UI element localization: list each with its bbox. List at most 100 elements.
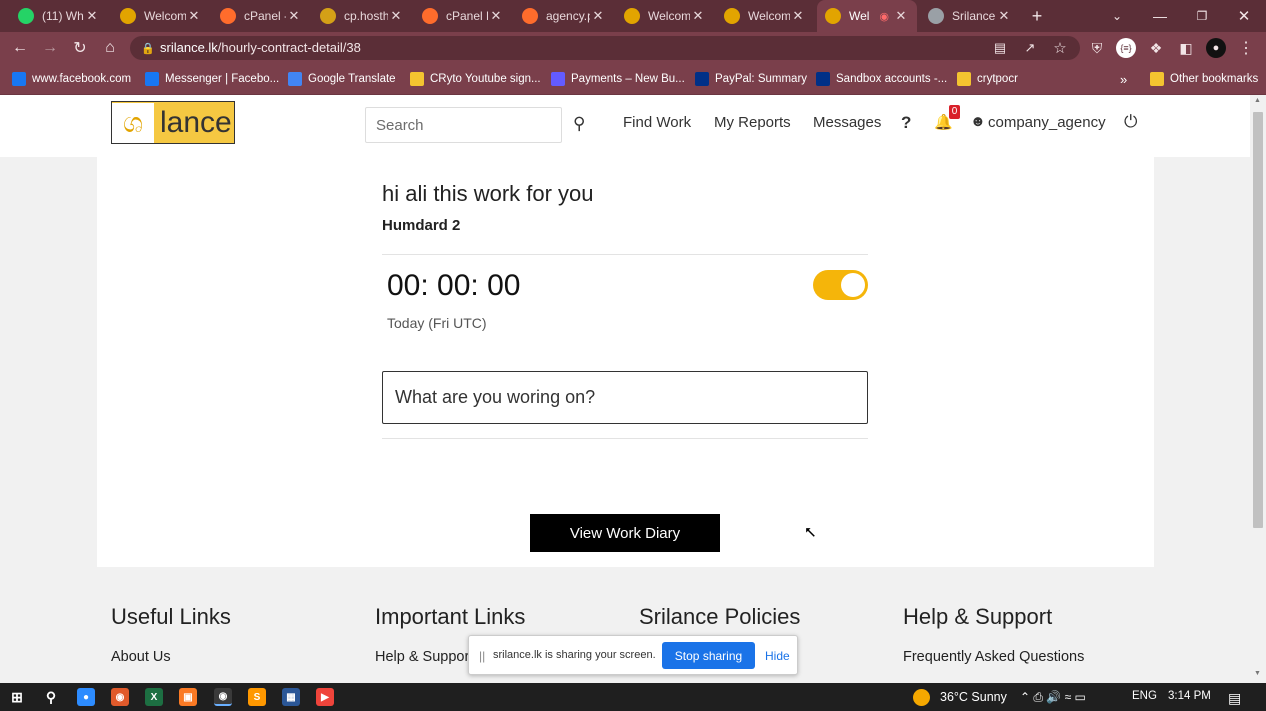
folder-icon xyxy=(410,72,424,86)
extensions-puzzle-icon[interactable]: ❖ xyxy=(1146,38,1166,58)
browser-tab[interactable]: cPanel - ✕ xyxy=(212,0,310,32)
reload-icon[interactable]: ↻ xyxy=(70,38,90,58)
mouse-cursor-icon: ⭦ xyxy=(805,525,816,542)
scroll-up-arrow-icon[interactable]: ▲ xyxy=(1254,97,1261,104)
minimize-window-icon[interactable]: — xyxy=(1150,6,1170,26)
close-window-icon[interactable]: ✕ xyxy=(1234,6,1254,26)
view-work-diary-button[interactable]: View Work Diary xyxy=(530,514,720,552)
bookmark-item[interactable]: CRyto Youtube sign... xyxy=(410,70,541,88)
tray-icons[interactable]: ⌃ ⎙ 🔊 ≈ ▭ xyxy=(1020,690,1086,705)
bookmark-label: PayPal: Summary xyxy=(715,73,808,85)
home-icon[interactable]: ⌂ xyxy=(100,38,120,58)
bookmark-item[interactable]: Google Translate xyxy=(288,70,396,88)
browser-tab[interactable]: agency.p ✕ xyxy=(514,0,614,32)
clock[interactable]: 3:14 PM xyxy=(1168,690,1211,702)
site-header: ශ lance ⚲ Find Work My Reports Messages … xyxy=(0,95,1250,157)
user-menu[interactable]: company_agency xyxy=(988,114,1106,131)
browser-tab[interactable]: Welcom ✕ xyxy=(716,0,814,32)
search-input[interactable] xyxy=(365,107,562,143)
bookmark-item[interactable]: Sandbox accounts -... xyxy=(816,70,947,88)
nav-messages[interactable]: Messages xyxy=(813,114,881,131)
lock-icon[interactable]: 🔒 xyxy=(138,38,158,58)
anydesk-icon[interactable]: ▶ xyxy=(316,688,334,706)
stop-sharing-button[interactable]: Stop sharing xyxy=(662,642,755,669)
browser-tab[interactable]: Wel ◉ ✕ xyxy=(817,0,917,32)
bookmark-item[interactable]: crytpocr xyxy=(957,70,1018,88)
facebook-icon xyxy=(12,72,26,86)
close-tab-icon[interactable]: ✕ xyxy=(84,8,100,24)
tab-title: Wel xyxy=(849,9,870,23)
browser-tab[interactable]: cp.hosth ✕ xyxy=(312,0,412,32)
forward-arrow-icon[interactable]: → xyxy=(40,38,60,58)
search-icon[interactable]: ⚲ xyxy=(573,114,585,134)
help-icon[interactable]: ? xyxy=(901,113,911,133)
close-tab-icon[interactable]: ✕ xyxy=(690,8,706,24)
facebook-icon xyxy=(145,72,159,86)
close-tab-icon[interactable]: ✕ xyxy=(893,8,909,24)
side-panel-icon[interactable]: ◧ xyxy=(1176,38,1196,58)
close-tab-icon[interactable]: ✕ xyxy=(286,8,302,24)
json-extension-icon[interactable]: {≡} xyxy=(1116,38,1136,58)
browser-menu-icon[interactable]: ⋮ xyxy=(1236,38,1256,58)
sun-icon xyxy=(913,689,930,706)
close-tab-icon[interactable]: ✕ xyxy=(790,8,806,24)
close-tab-icon[interactable]: ✕ xyxy=(590,8,606,24)
close-tab-icon[interactable]: ✕ xyxy=(186,8,202,24)
work-description-input[interactable] xyxy=(382,371,868,424)
scroll-down-arrow-icon[interactable]: ▼ xyxy=(1254,670,1261,677)
tab-title: Srilance xyxy=(952,9,996,23)
language-indicator[interactable]: ENG xyxy=(1132,690,1157,702)
close-tab-icon[interactable]: ✕ xyxy=(388,8,404,24)
bookmark-item[interactable]: Messenger | Facebo... xyxy=(145,70,279,88)
xampp-icon[interactable]: ▣ xyxy=(179,688,197,706)
bookmark-star-icon[interactable]: ☆ xyxy=(1050,38,1070,58)
close-tab-icon[interactable]: ✕ xyxy=(996,8,1012,24)
zoom-app-icon[interactable]: ● xyxy=(77,688,95,706)
hide-share-bar-button[interactable]: Hide xyxy=(765,649,790,663)
user-circle-icon[interactable]: ☻ xyxy=(970,113,986,130)
drag-handle-icon[interactable]: || xyxy=(479,649,485,663)
scrollbar-thumb[interactable] xyxy=(1253,112,1263,528)
notifications-icon[interactable]: ▤ xyxy=(1228,690,1241,707)
tab-search-chevron-icon[interactable]: ⌄ xyxy=(1107,6,1127,26)
url-text[interactable]: srilance.lk/hourly-contract-detail/38 xyxy=(160,40,361,55)
nav-find-work[interactable]: Find Work xyxy=(623,114,691,131)
chrome-icon[interactable]: ◉ xyxy=(214,688,232,706)
nav-my-reports[interactable]: My Reports xyxy=(714,114,791,131)
sublime-icon[interactable]: S xyxy=(248,688,266,706)
footer-link-about-us[interactable]: About Us xyxy=(111,649,171,665)
search-icon[interactable]: ⚲ xyxy=(42,688,60,706)
bookmark-item[interactable]: Payments – New Bu... xyxy=(551,70,685,88)
footer-link-help-support[interactable]: Help & Support xyxy=(375,649,473,665)
browser-tab[interactable]: Srilance ✕ xyxy=(920,0,1020,32)
excel-icon[interactable]: X xyxy=(145,688,163,706)
windows-start-icon[interactable]: ⊞ xyxy=(8,688,26,706)
app-icon[interactable]: ◉ xyxy=(111,688,129,706)
browser-tab[interactable]: Welcom ✕ xyxy=(112,0,210,32)
other-bookmarks-folder[interactable]: Other bookmarks xyxy=(1150,70,1258,88)
weather-text[interactable]: 36°C Sunny xyxy=(940,690,1007,704)
restore-window-icon[interactable]: ❐ xyxy=(1192,6,1212,26)
browser-tab[interactable]: cPanel F✕ xyxy=(414,0,512,32)
share-icon[interactable]: ↗ xyxy=(1020,38,1040,58)
tab-title: (11) Wh xyxy=(42,9,84,23)
footer-link-faq[interactable]: Frequently Asked Questions xyxy=(903,649,1084,665)
bookmark-item[interactable]: PayPal: Summary xyxy=(695,70,807,88)
back-arrow-icon[interactable]: ← xyxy=(10,38,30,58)
app-icon[interactable]: ▦ xyxy=(282,688,300,706)
close-tab-icon[interactable]: ✕ xyxy=(488,8,504,24)
browser-tab[interactable]: Welcom ✕ xyxy=(616,0,714,32)
browser-tab[interactable]: (11) Wh ✕ xyxy=(10,0,108,32)
power-icon[interactable]: ⏻ xyxy=(1124,112,1137,132)
translate-icon xyxy=(288,72,302,86)
bookmark-label: crytpocr xyxy=(977,73,1018,85)
install-app-icon[interactable]: ▤ xyxy=(990,38,1010,58)
tab-title: cp.hosth xyxy=(344,9,388,23)
srilance-logo[interactable]: ශ lance xyxy=(111,101,235,144)
time-tracking-toggle[interactable] xyxy=(813,270,868,300)
shield-extension-icon[interactable]: ⛨ xyxy=(1087,38,1107,58)
bookmarks-overflow-button[interactable]: » xyxy=(1120,70,1127,88)
bookmark-item[interactable]: www.facebook.com xyxy=(12,70,131,88)
new-tab-button[interactable]: + xyxy=(1027,6,1047,26)
profile-avatar[interactable]: ● xyxy=(1206,38,1226,58)
